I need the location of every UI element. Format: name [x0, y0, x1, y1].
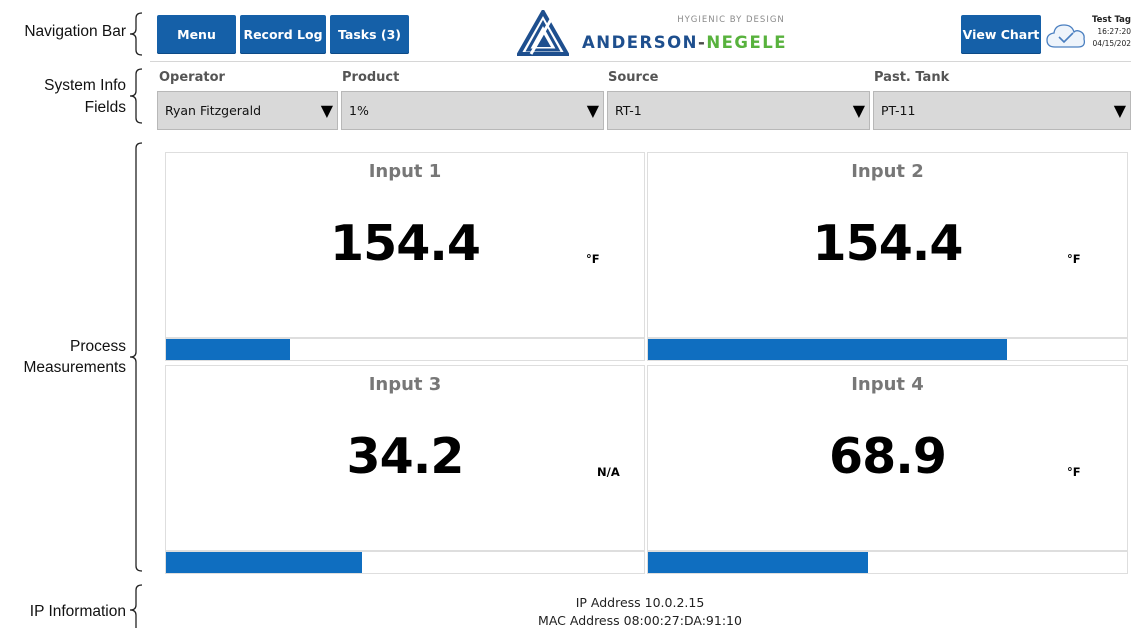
- annotation-process-line1: Process: [70, 338, 126, 355]
- input-value: 154.4: [330, 215, 481, 272]
- input-level-bar: [165, 338, 645, 361]
- brace-ip-information: [129, 584, 143, 628]
- annotation-ip-information: IP Information: [29, 603, 126, 620]
- input-level-bar: [647, 338, 1128, 361]
- anderson-negele-logo-icon: [517, 10, 569, 56]
- operator-label: Operator: [159, 70, 225, 85]
- menu-button[interactable]: Menu: [157, 15, 236, 54]
- input-unit: °F: [1067, 465, 1081, 479]
- input-title: Input 1: [368, 161, 442, 182]
- current-date: 04/15/202: [1092, 39, 1131, 48]
- input-level-bar: [165, 551, 645, 574]
- input-title: Input 3: [368, 374, 442, 395]
- past-tank-label: Past. Tank: [874, 70, 950, 85]
- view-chart-button[interactable]: View Chart: [961, 15, 1041, 54]
- brace-navigation-bar: [129, 12, 143, 56]
- input-level-fill: [166, 339, 291, 360]
- record-log-button[interactable]: Record Log: [240, 15, 326, 54]
- brace-system-info: [129, 68, 143, 124]
- past-tank-select[interactable]: PT-11 ▼: [873, 91, 1131, 130]
- brand-tagline: HYGIENIC BY DESIGN: [677, 15, 785, 25]
- input-card: Input 4 68.9 °F: [647, 365, 1128, 551]
- input-unit: °F: [1067, 252, 1081, 266]
- operator-value: Ryan Fitzgerald: [165, 103, 262, 118]
- input-card: Input 1 154.4 °F: [165, 152, 645, 338]
- operator-select[interactable]: Ryan Fitzgerald ▼: [157, 91, 338, 130]
- tag-status: Test Tag 16:27:20 04/15/202: [1092, 14, 1131, 50]
- input-card: Input 2 154.4 °F: [647, 152, 1128, 338]
- input-title: Input 2: [851, 161, 924, 182]
- product-select[interactable]: 1% ▼: [341, 91, 604, 130]
- input-level-fill: [166, 552, 362, 573]
- input-value: 68.9: [829, 428, 947, 485]
- brace-process-measurements: [129, 142, 143, 572]
- annotation-system-info-line2: Fields: [84, 99, 126, 116]
- input-unit: N/A: [597, 465, 620, 479]
- input-level-fill: [648, 339, 1008, 360]
- source-select[interactable]: RT-1 ▼: [607, 91, 870, 130]
- triangle-down-icon: ▼: [1113, 101, 1126, 120]
- product-value: 1%: [349, 103, 369, 118]
- input-value: 34.2: [346, 428, 465, 485]
- annotation-process-line2: Measurements: [23, 359, 126, 376]
- triangle-down-icon: ▼: [852, 101, 865, 120]
- brand-wordmark: ANDERSON-NEGELE: [582, 33, 787, 52]
- annotation-system-info-line1: System Info: [44, 77, 126, 94]
- triangle-down-icon: ▼: [320, 101, 333, 120]
- past-tank-value: PT-11: [881, 103, 916, 118]
- mac-address: MAC Address 08:00:27:DA:91:10: [538, 613, 742, 628]
- input-level-fill: [648, 552, 869, 573]
- triangle-down-icon: ▼: [586, 101, 599, 120]
- cloud-check-icon[interactable]: [1045, 22, 1087, 50]
- hmi-screen: Menu Record Log Tasks (3) HYGIENIC BY DE…: [150, 0, 1131, 630]
- source-value: RT-1: [615, 103, 642, 118]
- input-title: Input 4: [851, 374, 924, 395]
- brand-part-negele: NEGELE: [706, 33, 788, 52]
- annotation-navigation-bar: Navigation Bar: [24, 23, 126, 40]
- current-time: 16:27:20: [1097, 27, 1131, 36]
- product-label: Product: [342, 70, 400, 85]
- nav-divider: [150, 61, 1131, 62]
- tasks-button[interactable]: Tasks (3): [330, 15, 409, 54]
- input-unit: °F: [586, 252, 600, 266]
- source-label: Source: [608, 70, 659, 85]
- ip-address: IP Address 10.0.2.15: [575, 595, 705, 610]
- tag-name: Test Tag: [1091, 15, 1131, 25]
- input-value: 154.4: [812, 215, 964, 272]
- input-card: Input 3 34.2 N/A: [165, 365, 645, 551]
- input-level-bar: [647, 551, 1128, 574]
- brand-part-anderson: ANDERSON: [582, 33, 698, 52]
